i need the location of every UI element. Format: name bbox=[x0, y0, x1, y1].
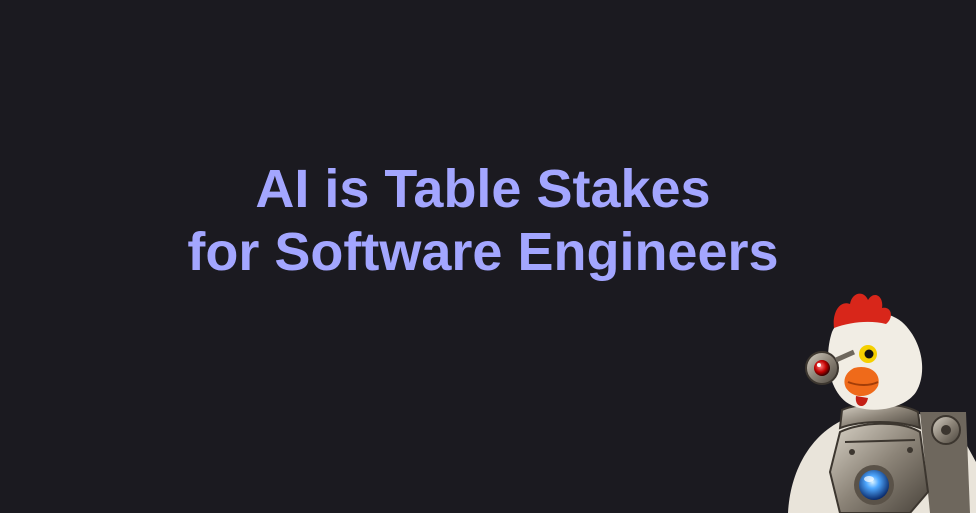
banner-canvas: AI is Table Stakes for Software Engineer… bbox=[0, 0, 976, 513]
headline-line-2: for Software Engineers bbox=[187, 222, 779, 282]
robot-chicken-icon bbox=[788, 293, 976, 513]
headline: AI is Table Stakes for Software Engineer… bbox=[0, 158, 966, 284]
headline-line-1: AI is Table Stakes bbox=[255, 159, 711, 219]
